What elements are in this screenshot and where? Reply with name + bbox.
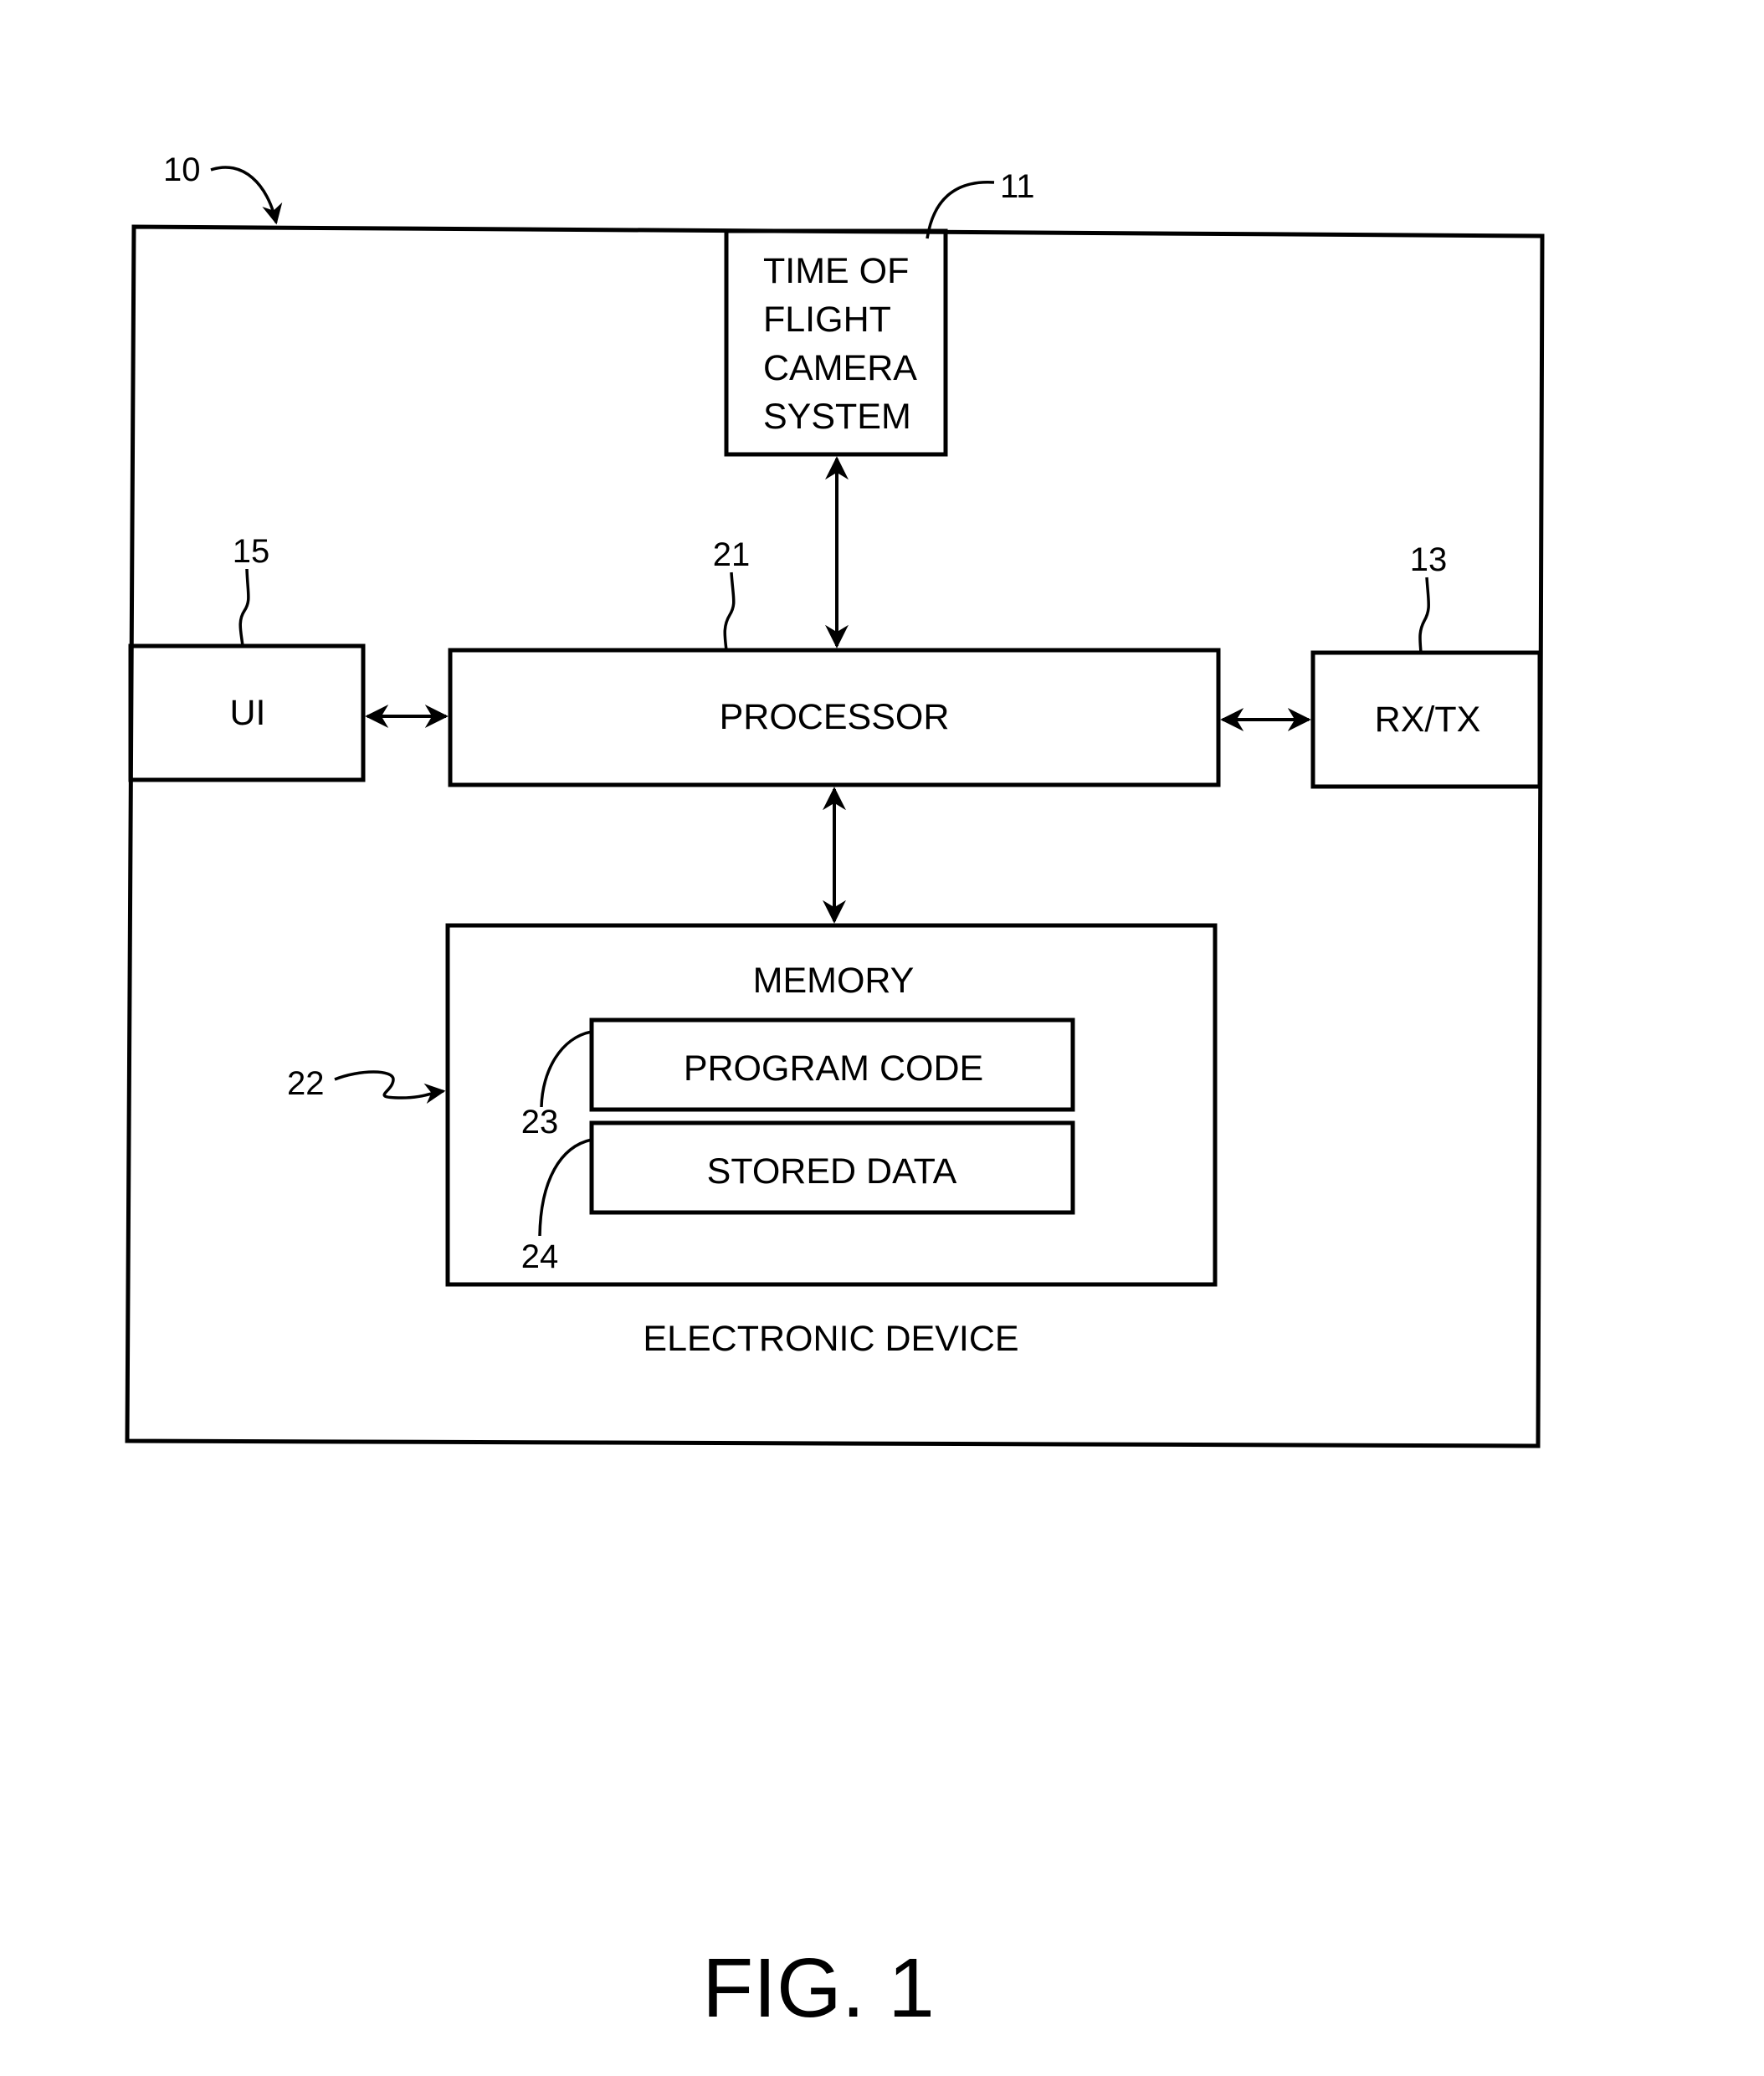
- rxtx-label: RX/TX: [1375, 700, 1481, 740]
- ref-leader-10: [210, 166, 283, 225]
- ref-label-21: 21: [713, 536, 751, 573]
- figure-caption: FIG. 1: [702, 1941, 935, 2035]
- ref-leader-13: [1418, 577, 1430, 654]
- electronic-device-label: ELECTRONIC DEVICE: [643, 1319, 1018, 1359]
- memory-label: MEMORY: [753, 961, 915, 1001]
- ref-label-15: 15: [233, 533, 270, 570]
- tof-camera-line-2: FLIGHT: [763, 300, 891, 340]
- ref-label-24: 24: [521, 1238, 559, 1275]
- program-code-label: PROGRAM CODE: [684, 1048, 983, 1089]
- ref-label-11: 11: [1000, 168, 1035, 205]
- ref-leader-24: [538, 1138, 592, 1237]
- ui-label: UI: [230, 693, 266, 733]
- ref-label-22: 22: [287, 1065, 325, 1102]
- processor-label: PROCESSOR: [720, 697, 950, 737]
- tof-camera-line-3: CAMERA: [763, 348, 917, 388]
- ref-leader-15: [238, 568, 250, 647]
- block-diagram: 10 TIME OF FLIGHT CAMERA SYSTEM 11 UI 15…: [125, 151, 1545, 2035]
- ref-leader-22: [334, 1070, 446, 1105]
- ref-leader-23: [540, 1030, 592, 1108]
- ref-leader-21: [723, 572, 736, 651]
- ref-label-13: 13: [1410, 541, 1448, 578]
- ref-label-10: 10: [163, 151, 201, 188]
- tof-camera-line-1: TIME OF: [763, 251, 909, 291]
- ref-label-23: 23: [521, 1104, 559, 1141]
- stored-data-label: STORED DATA: [707, 1151, 957, 1192]
- tof-camera-line-4: SYSTEM: [763, 397, 911, 437]
